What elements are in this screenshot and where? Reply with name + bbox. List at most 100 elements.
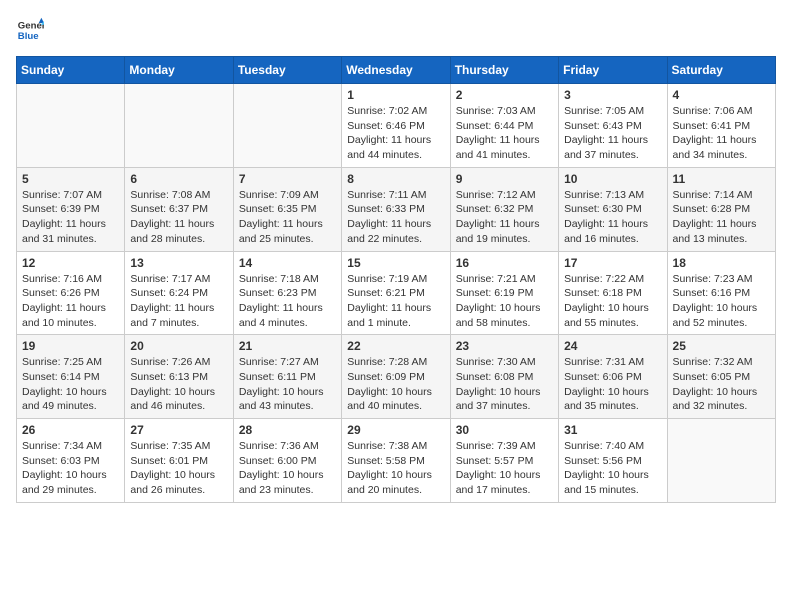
day-info: Sunrise: 7:36 AMSunset: 6:00 PMDaylight:… — [239, 439, 336, 498]
calendar-cell: 14 Sunrise: 7:18 AMSunset: 6:23 PMDayligh… — [233, 251, 341, 335]
calendar-cell — [17, 84, 125, 168]
day-info: Sunrise: 7:25 AMSunset: 6:14 PMDaylight:… — [22, 355, 119, 414]
day-number: 30 — [456, 423, 553, 437]
col-header-thursday: Thursday — [450, 57, 558, 84]
calendar-cell: 31 Sunrise: 7:40 AMSunset: 5:56 PMDayligh… — [559, 419, 667, 503]
day-info: Sunrise: 7:18 AMSunset: 6:23 PMDaylight:… — [239, 272, 336, 331]
day-info: Sunrise: 7:14 AMSunset: 6:28 PMDaylight:… — [673, 188, 770, 247]
calendar-cell: 10 Sunrise: 7:13 AMSunset: 6:30 PMDayligh… — [559, 167, 667, 251]
day-info: Sunrise: 7:19 AMSunset: 6:21 PMDaylight:… — [347, 272, 444, 331]
col-header-tuesday: Tuesday — [233, 57, 341, 84]
day-number: 15 — [347, 256, 444, 270]
calendar-cell: 4 Sunrise: 7:06 AMSunset: 6:41 PMDaylight… — [667, 84, 775, 168]
calendar-cell: 2 Sunrise: 7:03 AMSunset: 6:44 PMDaylight… — [450, 84, 558, 168]
calendar-cell: 21 Sunrise: 7:27 AMSunset: 6:11 PMDayligh… — [233, 335, 341, 419]
day-info: Sunrise: 7:02 AMSunset: 6:46 PMDaylight:… — [347, 104, 444, 163]
page-header: General Blue — [16, 16, 776, 44]
svg-text:Blue: Blue — [18, 31, 39, 42]
calendar-cell: 5 Sunrise: 7:07 AMSunset: 6:39 PMDaylight… — [17, 167, 125, 251]
day-info: Sunrise: 7:38 AMSunset: 5:58 PMDaylight:… — [347, 439, 444, 498]
calendar-cell: 19 Sunrise: 7:25 AMSunset: 6:14 PMDayligh… — [17, 335, 125, 419]
day-number: 7 — [239, 172, 336, 186]
calendar-cell: 20Sunrise: 7:26 AMSunset: 6:13 PMDayligh… — [125, 335, 233, 419]
calendar-cell: 17 Sunrise: 7:22 AMSunset: 6:18 PMDayligh… — [559, 251, 667, 335]
calendar-cell: 30 Sunrise: 7:39 AMSunset: 5:57 PMDayligh… — [450, 419, 558, 503]
logo: General Blue — [16, 16, 44, 44]
calendar-cell: 23 Sunrise: 7:30 AMSunset: 6:08 PMDayligh… — [450, 335, 558, 419]
day-info: Sunrise: 7:28 AMSunset: 6:09 PMDaylight:… — [347, 355, 444, 414]
col-header-friday: Friday — [559, 57, 667, 84]
day-number: 31 — [564, 423, 661, 437]
day-number: 22 — [347, 339, 444, 353]
day-info: Sunrise: 7:35 AMSunset: 6:01 PMDaylight:… — [130, 439, 227, 498]
calendar-table: SundayMondayTuesdayWednesdayThursdayFrid… — [16, 56, 776, 503]
calendar-cell: 3 Sunrise: 7:05 AMSunset: 6:43 PMDaylight… — [559, 84, 667, 168]
calendar-row: 1 Sunrise: 7:02 AMSunset: 6:46 PMDaylight… — [17, 84, 776, 168]
day-info: Sunrise: 7:07 AMSunset: 6:39 PMDaylight:… — [22, 188, 119, 247]
calendar-cell: 25 Sunrise: 7:32 AMSunset: 6:05 PMDayligh… — [667, 335, 775, 419]
calendar-cell: 1 Sunrise: 7:02 AMSunset: 6:46 PMDaylight… — [342, 84, 450, 168]
calendar-cell: 11 Sunrise: 7:14 AMSunset: 6:28 PMDayligh… — [667, 167, 775, 251]
calendar-cell: 18 Sunrise: 7:23 AMSunset: 6:16 PMDayligh… — [667, 251, 775, 335]
day-info: Sunrise: 7:39 AMSunset: 5:57 PMDaylight:… — [456, 439, 553, 498]
day-info: Sunrise: 7:32 AMSunset: 6:05 PMDaylight:… — [673, 355, 770, 414]
calendar-cell: 26Sunrise: 7:34 AMSunset: 6:03 PMDayligh… — [17, 419, 125, 503]
day-info: Sunrise: 7:34 AMSunset: 6:03 PMDaylight:… — [22, 439, 119, 498]
day-number: 6 — [130, 172, 227, 186]
day-number: 11 — [673, 172, 770, 186]
calendar-row: 19 Sunrise: 7:25 AMSunset: 6:14 PMDayligh… — [17, 335, 776, 419]
calendar-cell — [667, 419, 775, 503]
calendar-cell: 24Sunrise: 7:31 AMSunset: 6:06 PMDayligh… — [559, 335, 667, 419]
day-number: 21 — [239, 339, 336, 353]
day-number: 9 — [456, 172, 553, 186]
calendar-cell: 9 Sunrise: 7:12 AMSunset: 6:32 PMDaylight… — [450, 167, 558, 251]
day-info: Sunrise: 7:22 AMSunset: 6:18 PMDaylight:… — [564, 272, 661, 331]
day-info: Sunrise: 7:08 AMSunset: 6:37 PMDaylight:… — [130, 188, 227, 247]
day-info: Sunrise: 7:13 AMSunset: 6:30 PMDaylight:… — [564, 188, 661, 247]
day-number: 25 — [673, 339, 770, 353]
day-number: 12 — [22, 256, 119, 270]
day-number: 13 — [130, 256, 227, 270]
day-info: Sunrise: 7:27 AMSunset: 6:11 PMDaylight:… — [239, 355, 336, 414]
day-number: 1 — [347, 88, 444, 102]
day-info: Sunrise: 7:26 AMSunset: 6:13 PMDaylight:… — [130, 355, 227, 414]
day-info: Sunrise: 7:12 AMSunset: 6:32 PMDaylight:… — [456, 188, 553, 247]
day-number: 8 — [347, 172, 444, 186]
calendar-cell: 7 Sunrise: 7:09 AMSunset: 6:35 PMDaylight… — [233, 167, 341, 251]
day-info: Sunrise: 7:30 AMSunset: 6:08 PMDaylight:… — [456, 355, 553, 414]
col-header-saturday: Saturday — [667, 57, 775, 84]
day-number: 28 — [239, 423, 336, 437]
day-info: Sunrise: 7:40 AMSunset: 5:56 PMDaylight:… — [564, 439, 661, 498]
col-header-sunday: Sunday — [17, 57, 125, 84]
day-number: 5 — [22, 172, 119, 186]
day-info: Sunrise: 7:06 AMSunset: 6:41 PMDaylight:… — [673, 104, 770, 163]
day-number: 4 — [673, 88, 770, 102]
day-info: Sunrise: 7:09 AMSunset: 6:35 PMDaylight:… — [239, 188, 336, 247]
calendar-header-row: SundayMondayTuesdayWednesdayThursdayFrid… — [17, 57, 776, 84]
calendar-cell — [125, 84, 233, 168]
calendar-cell: 22 Sunrise: 7:28 AMSunset: 6:09 PMDayligh… — [342, 335, 450, 419]
calendar-row: 12Sunrise: 7:16 AMSunset: 6:26 PMDayligh… — [17, 251, 776, 335]
day-info: Sunrise: 7:11 AMSunset: 6:33 PMDaylight:… — [347, 188, 444, 247]
day-number: 3 — [564, 88, 661, 102]
day-number: 23 — [456, 339, 553, 353]
day-info: Sunrise: 7:31 AMSunset: 6:06 PMDaylight:… — [564, 355, 661, 414]
calendar-cell: 16Sunrise: 7:21 AMSunset: 6:19 PMDayligh… — [450, 251, 558, 335]
day-number: 16 — [456, 256, 553, 270]
day-info: Sunrise: 7:05 AMSunset: 6:43 PMDaylight:… — [564, 104, 661, 163]
day-info: Sunrise: 7:23 AMSunset: 6:16 PMDaylight:… — [673, 272, 770, 331]
day-info: Sunrise: 7:03 AMSunset: 6:44 PMDaylight:… — [456, 104, 553, 163]
calendar-cell: 27Sunrise: 7:35 AMSunset: 6:01 PMDayligh… — [125, 419, 233, 503]
day-number: 17 — [564, 256, 661, 270]
calendar-cell: 15 Sunrise: 7:19 AMSunset: 6:21 PMDayligh… — [342, 251, 450, 335]
day-number: 18 — [673, 256, 770, 270]
day-number: 2 — [456, 88, 553, 102]
calendar-cell: 12Sunrise: 7:16 AMSunset: 6:26 PMDayligh… — [17, 251, 125, 335]
day-number: 10 — [564, 172, 661, 186]
day-number: 14 — [239, 256, 336, 270]
day-info: Sunrise: 7:17 AMSunset: 6:24 PMDaylight:… — [130, 272, 227, 331]
day-number: 19 — [22, 339, 119, 353]
calendar-cell: 8 Sunrise: 7:11 AMSunset: 6:33 PMDaylight… — [342, 167, 450, 251]
calendar-cell: 6 Sunrise: 7:08 AMSunset: 6:37 PMDaylight… — [125, 167, 233, 251]
col-header-wednesday: Wednesday — [342, 57, 450, 84]
